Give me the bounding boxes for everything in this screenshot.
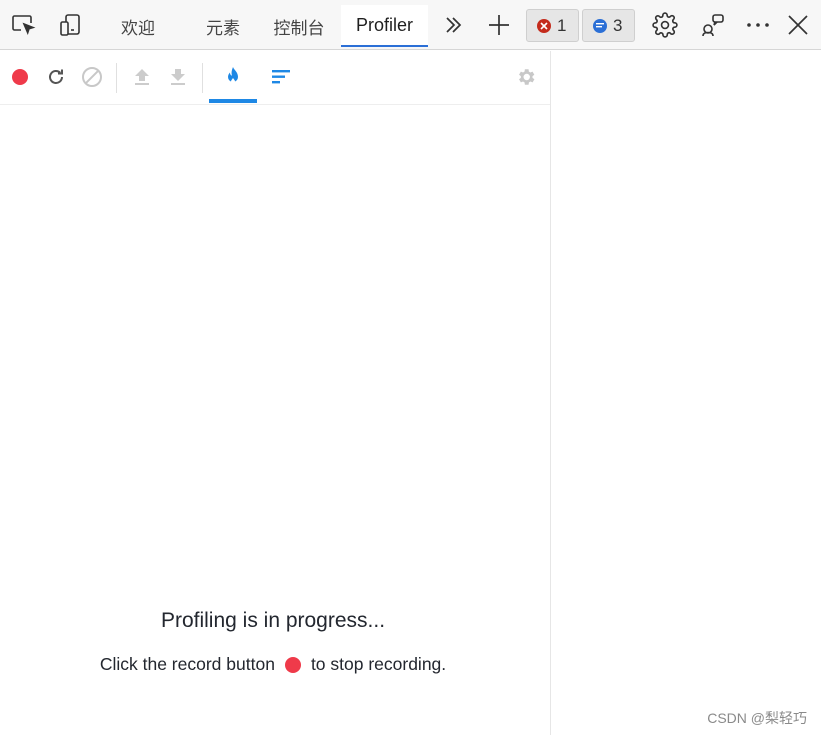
settings-gear-icon[interactable] [650,0,680,50]
hint-text-before: Click the record button [99,654,275,674]
message-count-badge[interactable]: 3 [582,9,635,42]
download-icon [171,69,185,85]
clear-profiling-data-button[interactable] [78,51,106,103]
new-tab-plus-icon[interactable] [485,0,513,50]
message-icon [593,18,607,33]
inline-record-button[interactable] [284,656,301,673]
reload-and-profile-button[interactable] [42,51,70,103]
more-dots-icon[interactable] [744,0,772,50]
ranked-chart-tab[interactable] [261,51,301,103]
profiling-status-title: Profiling is in progress... [160,609,386,632]
devtools-tab-bar: 欢迎 元素 控制台 Profiler 1 3 [0,0,821,50]
tab-profiler[interactable]: Profiler [341,5,428,47]
toolbar-divider [116,63,117,93]
message-count: 3 [613,15,623,35]
toolbar-divider [202,63,203,93]
error-count: 1 [557,15,567,35]
hint-text-after: to stop recording. [310,654,447,674]
error-icon [537,18,551,33]
save-profile-button[interactable] [164,51,192,103]
device-emulation-icon[interactable] [56,0,86,50]
flame-chart-tab[interactable] [209,51,257,103]
feedback-icon[interactable] [698,0,728,50]
more-tabs-chevron-icon[interactable] [440,0,466,50]
load-profile-button[interactable] [128,51,156,103]
error-count-badge[interactable]: 1 [526,9,579,42]
profiling-status-hint: Click the record button to stop recordin… [0,654,546,675]
upload-icon [135,69,149,85]
profiler-toolbar [0,51,550,105]
flame-chart-icon [228,67,238,84]
watermark: CSDN @梨轻巧 [707,710,807,726]
close-icon[interactable] [784,0,812,50]
profiler-panel: Profiling is in progress... Click the re… [0,51,551,735]
profiler-settings-button[interactable] [511,51,541,103]
flame-chart-tab-indicator [209,99,257,103]
clear-icon [82,67,102,87]
tab-elements[interactable]: 元素 [190,5,256,47]
reload-icon [49,69,63,84]
record-button[interactable] [6,51,34,103]
ranked-chart-icon [272,70,290,84]
tab-console[interactable]: 控制台 [260,5,338,47]
tab-welcome[interactable]: 欢迎 [100,5,176,47]
profiler-settings-icon [519,69,535,85]
record-icon [12,69,28,85]
inspect-element-icon[interactable] [8,0,38,50]
